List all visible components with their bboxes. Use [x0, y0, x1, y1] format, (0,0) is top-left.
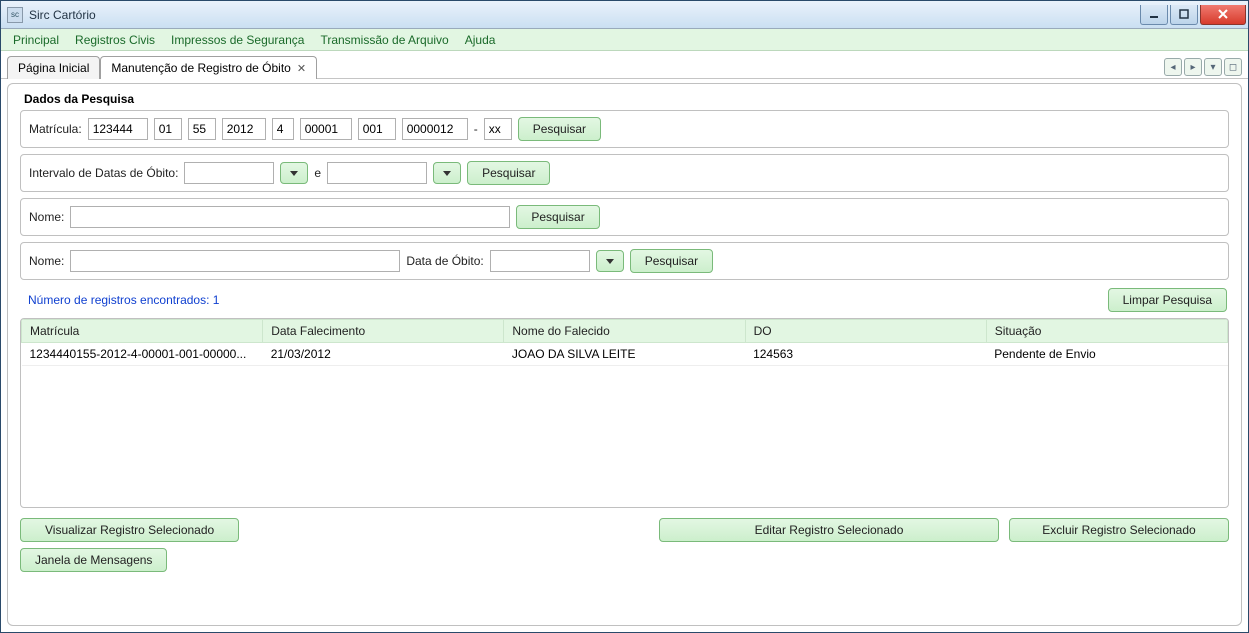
- app-icon: sc: [7, 7, 23, 23]
- close-button[interactable]: [1200, 5, 1246, 25]
- tab-tools: ◂ ▸ ▾ ◻: [1164, 58, 1242, 78]
- limpar-pesquisa-button[interactable]: Limpar Pesquisa: [1108, 288, 1227, 312]
- data-fim-field[interactable]: [327, 162, 427, 184]
- maximize-button[interactable]: [1170, 5, 1198, 25]
- minimize-button[interactable]: [1140, 5, 1168, 25]
- menu-principal[interactable]: Principal: [7, 31, 65, 49]
- matricula-field-6[interactable]: [300, 118, 352, 140]
- data-obito-field[interactable]: [490, 250, 590, 272]
- data-obito-label: Data de Óbito:: [406, 254, 483, 268]
- matricula-field-8[interactable]: [402, 118, 468, 140]
- tab-nav-prev-icon[interactable]: ◂: [1164, 58, 1182, 76]
- menubar: Principal Registros Civis Impressos de S…: [1, 29, 1248, 51]
- matricula-field-dv[interactable]: [484, 118, 512, 140]
- editar-registro-button[interactable]: Editar Registro Selecionado: [659, 518, 999, 542]
- tabstrip: Página Inicial Manutenção de Registro de…: [1, 51, 1248, 79]
- window-title: Sirc Cartório: [29, 8, 96, 22]
- pesquisar-nome-data-button[interactable]: Pesquisar: [630, 249, 713, 273]
- app-window: sc Sirc Cartório Principal Registros Civ…: [0, 0, 1249, 633]
- row-nome-data: Nome: Data de Óbito: Pesquisar: [20, 242, 1229, 280]
- janela-mensagens-button[interactable]: Janela de Mensagens: [20, 548, 167, 572]
- matricula-field-2[interactable]: [154, 118, 182, 140]
- titlebar: sc Sirc Cartório: [1, 1, 1248, 29]
- col-do[interactable]: DO: [745, 320, 986, 343]
- visualizar-registro-button[interactable]: Visualizar Registro Selecionado: [20, 518, 239, 542]
- nome2-field[interactable]: [70, 250, 400, 272]
- tab-detach-icon[interactable]: ◻: [1224, 58, 1242, 76]
- tab-pagina-inicial[interactable]: Página Inicial: [7, 56, 100, 79]
- row-intervalo-datas: Intervalo de Datas de Óbito: e Pesquisar: [20, 154, 1229, 192]
- tab-close-icon[interactable]: ✕: [297, 62, 306, 75]
- col-nome-falecido[interactable]: Nome do Falecido: [504, 320, 745, 343]
- matricula-label: Matrícula:: [29, 122, 82, 136]
- matricula-field-7[interactable]: [358, 118, 396, 140]
- matricula-field-4[interactable]: [222, 118, 266, 140]
- data-inicio-picker-icon[interactable]: [280, 162, 308, 184]
- panel-title: Dados da Pesquisa: [16, 90, 1233, 110]
- action-buttons-row: Visualizar Registro Selecionado Editar R…: [16, 508, 1233, 548]
- records-found-text: Número de registros encontrados: 1: [28, 293, 219, 307]
- results-grid[interactable]: Matrícula Data Falecimento Nome do Falec…: [20, 318, 1229, 508]
- matricula-field-3[interactable]: [188, 118, 216, 140]
- tab-label: Página Inicial: [18, 61, 89, 75]
- cell-nome-falecido: JOAO DA SILVA LEITE: [504, 343, 745, 366]
- excluir-registro-button[interactable]: Excluir Registro Selecionado: [1009, 518, 1229, 542]
- data-inicio-field[interactable]: [184, 162, 274, 184]
- table-row[interactable]: 1234440155-2012-4-00001-001-00000... 21/…: [22, 343, 1228, 366]
- matricula-field-5[interactable]: [272, 118, 294, 140]
- col-situacao[interactable]: Situação: [986, 320, 1227, 343]
- intervalo-label: Intervalo de Datas de Óbito:: [29, 166, 178, 180]
- matricula-dash: -: [474, 122, 478, 136]
- data-fim-picker-icon[interactable]: [433, 162, 461, 184]
- messages-row: Janela de Mensagens: [16, 548, 1233, 574]
- menu-registros-civis[interactable]: Registros Civis: [69, 31, 161, 49]
- intervalo-e: e: [314, 166, 321, 180]
- cell-matricula: 1234440155-2012-4-00001-001-00000...: [22, 343, 263, 366]
- matricula-field-1[interactable]: [88, 118, 148, 140]
- tab-label: Manutenção de Registro de Óbito: [111, 61, 290, 75]
- data-obito-picker-icon[interactable]: [596, 250, 624, 272]
- grid-header-row: Matrícula Data Falecimento Nome do Falec…: [22, 320, 1228, 343]
- search-panel: Dados da Pesquisa Matrícula: - Pesquisar…: [7, 83, 1242, 626]
- col-data-falecimento[interactable]: Data Falecimento: [263, 320, 504, 343]
- tab-nav-next-icon[interactable]: ▸: [1184, 58, 1202, 76]
- col-matricula[interactable]: Matrícula: [22, 320, 263, 343]
- menu-ajuda[interactable]: Ajuda: [459, 31, 502, 49]
- nome-field[interactable]: [70, 206, 510, 228]
- content-area: Dados da Pesquisa Matrícula: - Pesquisar…: [1, 79, 1248, 632]
- menu-impressos[interactable]: Impressos de Segurança: [165, 31, 310, 49]
- cell-do: 124563: [745, 343, 986, 366]
- window-controls: [1138, 5, 1246, 25]
- pesquisar-nome-button[interactable]: Pesquisar: [516, 205, 599, 229]
- results-bar: Número de registros encontrados: 1 Limpa…: [16, 286, 1233, 318]
- nome-label: Nome:: [29, 210, 64, 224]
- pesquisar-matricula-button[interactable]: Pesquisar: [518, 117, 601, 141]
- nome2-label: Nome:: [29, 254, 64, 268]
- pesquisar-intervalo-button[interactable]: Pesquisar: [467, 161, 550, 185]
- tab-list-icon[interactable]: ▾: [1204, 58, 1222, 76]
- row-matricula: Matrícula: - Pesquisar: [20, 110, 1229, 148]
- tab-manutencao-obito[interactable]: Manutenção de Registro de Óbito ✕: [100, 56, 317, 79]
- menu-transmissao[interactable]: Transmissão de Arquivo: [314, 31, 454, 49]
- cell-situacao: Pendente de Envio: [986, 343, 1227, 366]
- cell-data-falecimento: 21/03/2012: [263, 343, 504, 366]
- row-nome: Nome: Pesquisar: [20, 198, 1229, 236]
